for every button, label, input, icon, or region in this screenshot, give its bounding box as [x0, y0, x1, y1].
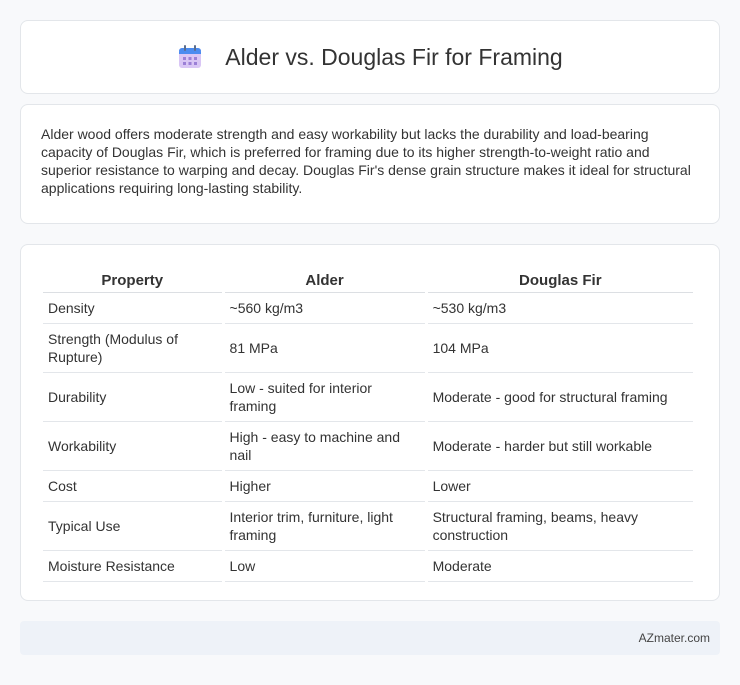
table-row: Cost Higher Lower: [43, 471, 693, 502]
table-row: Moisture Resistance Low Moderate: [43, 551, 693, 582]
table-header-row: Property Alder Douglas Fir: [43, 265, 693, 293]
property-cell: Strength (Modulus of Rupture): [43, 324, 222, 373]
alder-cell: Low: [224, 551, 425, 582]
header-alder: Alder: [224, 265, 425, 293]
footer-bar: AZmater.com: [20, 621, 720, 655]
header-douglas-fir: Douglas Fir: [427, 265, 693, 293]
alder-cell: Low - suited for interior framing: [224, 373, 425, 422]
property-cell: Typical Use: [43, 502, 222, 551]
summary-text: Alder wood offers moderate strength and …: [41, 126, 691, 196]
property-cell: Density: [43, 293, 222, 324]
property-cell: Durability: [43, 373, 222, 422]
property-cell: Moisture Resistance: [43, 551, 222, 582]
douglas-fir-cell: ~530 kg/m3: [427, 293, 693, 324]
table-row: Workability High - easy to machine and n…: [43, 422, 693, 471]
calendar-icon: [177, 44, 203, 70]
comparison-table: Property Alder Douglas Fir Density ~560 …: [40, 265, 696, 582]
alder-cell: Interior trim, furniture, light framing: [224, 502, 425, 551]
summary-card: Alder wood offers moderate strength and …: [20, 104, 720, 224]
property-cell: Workability: [43, 422, 222, 471]
douglas-fir-cell: Lower: [427, 471, 693, 502]
douglas-fir-cell: Structural framing, beams, heavy constru…: [427, 502, 693, 551]
header-property: Property: [43, 265, 222, 293]
douglas-fir-cell: Moderate: [427, 551, 693, 582]
table-row: Strength (Modulus of Rupture) 81 MPa 104…: [43, 324, 693, 373]
title-card: Alder vs. Douglas Fir for Framing: [20, 20, 720, 94]
page-title: Alder vs. Douglas Fir for Framing: [225, 43, 563, 70]
alder-cell: Higher: [224, 471, 425, 502]
property-cell: Cost: [43, 471, 222, 502]
footer-site-name: AZmater.com: [638, 631, 710, 645]
alder-cell: ~560 kg/m3: [224, 293, 425, 324]
douglas-fir-cell: Moderate - harder but still workable: [427, 422, 693, 471]
table-row: Durability Low - suited for interior fra…: [43, 373, 693, 422]
douglas-fir-cell: Moderate - good for structural framing: [427, 373, 693, 422]
alder-cell: 81 MPa: [224, 324, 425, 373]
douglas-fir-cell: 104 MPa: [427, 324, 693, 373]
table-row: Density ~560 kg/m3 ~530 kg/m3: [43, 293, 693, 324]
table-card: Property Alder Douglas Fir Density ~560 …: [20, 244, 720, 601]
alder-cell: High - easy to machine and nail: [224, 422, 425, 471]
table-row: Typical Use Interior trim, furniture, li…: [43, 502, 693, 551]
